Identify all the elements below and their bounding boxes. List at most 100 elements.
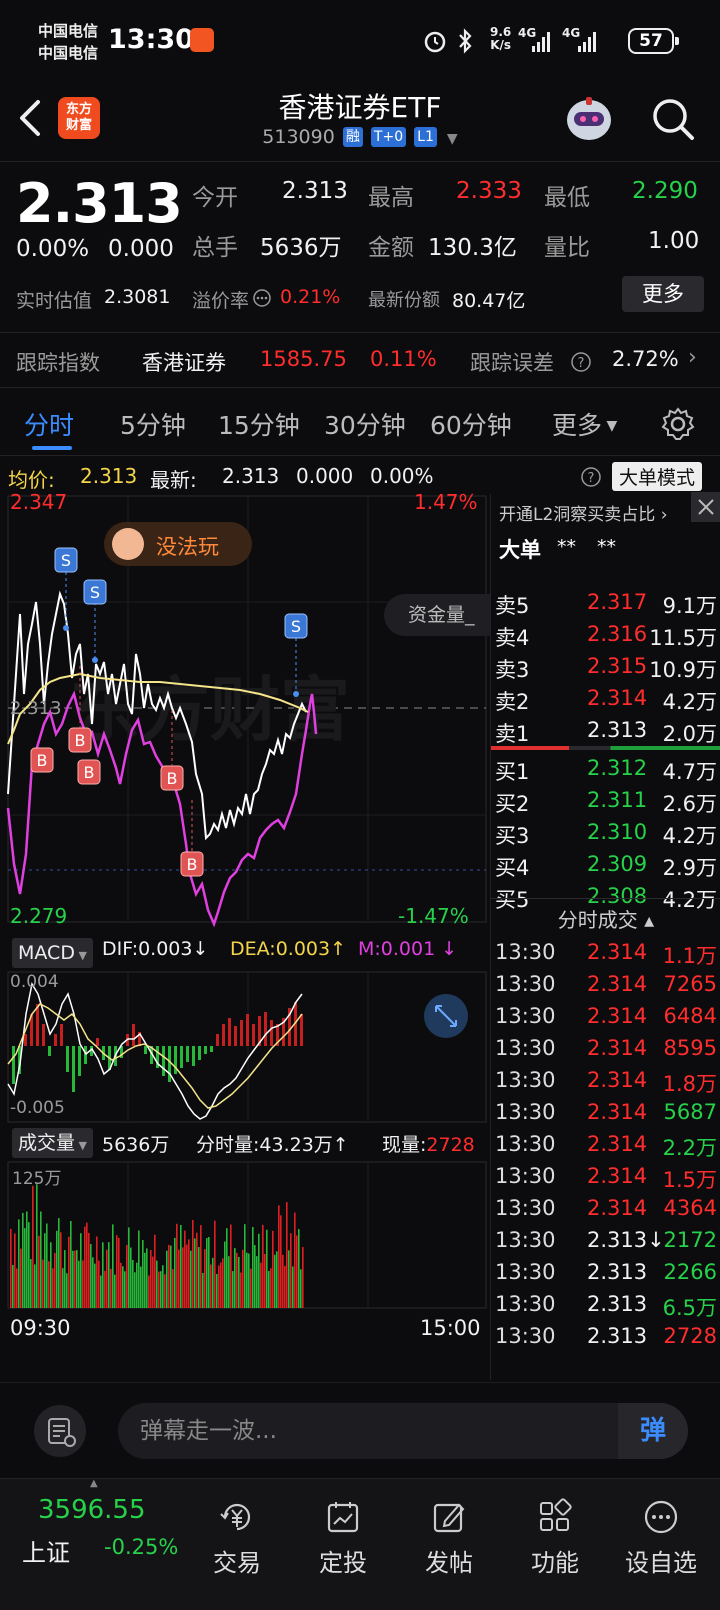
bottom-navigation: ▲ 3596.55 上证 -0.25% 交易 定投 发帖 功能 设自选 — [0, 1478, 720, 1610]
signal-bars-1 — [532, 30, 550, 52]
volume-total: 5636万 — [102, 1134, 170, 1156]
grid-apps-icon — [540, 1498, 572, 1531]
tab-5min[interactable]: 5分钟 — [120, 406, 186, 442]
more-quote-button[interactable]: 更多 — [622, 276, 704, 312]
bid-volume: 4.7万 — [662, 760, 717, 784]
trade-row: 13:30 2.313↓ 2172 — [495, 1228, 717, 1258]
volume-axis-max: 125万 — [12, 1169, 62, 1189]
trade-volume: 2266 — [663, 1260, 717, 1284]
chevron-right-icon[interactable]: › — [688, 345, 697, 370]
svg-text:?: ? — [588, 471, 595, 486]
bid-row[interactable]: 买2 2.311 2.6万 — [495, 788, 717, 818]
sse-index-pct[interactable]: -0.25% — [104, 1535, 178, 1559]
order-ratio-bar — [491, 746, 720, 750]
shares-value: 80.47亿 — [452, 290, 526, 312]
macd-axis-top: 0.004 — [10, 972, 59, 992]
calendar-chart-icon — [327, 1502, 359, 1533]
active-tab-indicator — [32, 446, 72, 450]
trade-row: 13:30 2.314 8595 — [495, 1036, 717, 1066]
search-icon[interactable] — [648, 94, 698, 144]
bid-row[interactable]: 买1 2.312 4.7万 — [495, 756, 717, 786]
trade-price: 2.313 — [587, 1292, 648, 1316]
trade-volume: 5687 — [663, 1100, 717, 1124]
ask-row[interactable]: 卖5 2.317 9.1万 — [495, 590, 717, 620]
volume-bars — [10, 1184, 304, 1308]
open-label: 今开 — [192, 185, 238, 211]
ask-volume: 4.2万 — [662, 690, 717, 714]
ask-row[interactable]: 卖2 2.314 4.2万 — [495, 686, 717, 716]
big-order-label: 大单 — [499, 538, 541, 562]
volume-label: 总手 — [192, 235, 238, 261]
nav-trade[interactable]: 交易 — [192, 1497, 282, 1578]
sell-marker-2: S — [90, 583, 100, 602]
trade-time: 13:30 — [495, 1004, 556, 1028]
nav-post[interactable]: 发帖 — [404, 1497, 494, 1578]
trades-title[interactable]: 分时成交 ▴ — [491, 904, 720, 933]
tab-more[interactable]: 更多 ▼ — [552, 406, 617, 442]
sentiment-bubble[interactable]: 没法玩 — [104, 522, 252, 566]
iopv-label: 实时估值 — [16, 290, 93, 312]
tab-60min[interactable]: 60分钟 — [430, 406, 512, 442]
latest-change: 0.000 — [296, 464, 354, 488]
tab-30min[interactable]: 30分钟 — [324, 406, 406, 442]
trade-row: 13:30 2.314 7265 — [495, 972, 717, 1002]
trade-row: 13:30 2.314 6484 — [495, 1004, 717, 1034]
iopv-value: 2.3081 — [104, 286, 171, 308]
premium-info-icon[interactable] — [252, 288, 272, 308]
sse-index-name[interactable]: 上证 — [22, 1533, 70, 1568]
status-bar: 中国电信 中国电信 13:30 9.6 K/s 4G 4G 57 — [0, 0, 720, 84]
macd-selector[interactable]: MACD ▼ — [12, 938, 93, 968]
bid-row[interactable]: 买3 2.310 4.2万 — [495, 820, 717, 850]
ask-price: 2.314 — [587, 686, 648, 710]
sse-index-value[interactable]: 3596.55 — [38, 1495, 146, 1525]
trade-row: 13:30 2.314 2.2万 — [495, 1132, 717, 1162]
tracking-error-help-icon[interactable]: ? — [570, 351, 592, 373]
macd-dif: DIF:0.003↓ — [102, 938, 209, 960]
help-icon[interactable]: ? — [580, 466, 602, 488]
nav-add-watchlist[interactable]: 设自选 — [616, 1497, 706, 1578]
expand-caret-icon[interactable]: ▲ — [90, 1478, 98, 1489]
ask-price: 2.313 — [587, 718, 648, 742]
emoji-face-icon — [112, 528, 144, 560]
fund-flow-tab[interactable]: 资金量_ — [384, 594, 490, 636]
network-speed: 9.6 K/s — [490, 25, 512, 52]
dropdown-caret-icon[interactable]: ▼ — [447, 131, 458, 147]
intraday-chart[interactable]: 东方财富 S S S B B B B B 2.347 1.47% 2.279 -… — [0, 490, 490, 1380]
trade-price: 2.314 — [587, 1068, 648, 1092]
ask-price: 2.315 — [587, 654, 648, 678]
l2-promo-link[interactable]: 开通L2洞察买卖占比 › — [499, 500, 668, 525]
buy-marker-1: B — [37, 751, 48, 770]
close-icon[interactable] — [691, 492, 720, 522]
ask-row[interactable]: 卖3 2.315 10.9万 — [495, 654, 717, 684]
settings-gear-icon[interactable] — [660, 406, 696, 442]
carrier-1: 中国电信 — [38, 22, 99, 40]
volume-selector[interactable]: 成交量 ▼ — [12, 1128, 93, 1158]
tab-intraday[interactable]: 分时 — [24, 406, 74, 442]
nav-fixed-invest[interactable]: 定投 — [298, 1497, 388, 1578]
time-axis-end: 15:00 — [420, 1316, 481, 1340]
nav-functions[interactable]: 功能 — [510, 1497, 600, 1578]
comment-list-icon[interactable] — [34, 1405, 86, 1457]
ask-price: 2.316 — [587, 622, 648, 646]
ask-row[interactable]: 卖4 2.316 11.5万 — [495, 622, 717, 652]
trade-row: 13:30 2.314 4364 — [495, 1196, 717, 1226]
trade-volume: 1.8万 — [662, 1072, 717, 1096]
trade-time: 13:30 — [495, 940, 556, 964]
robot-assistant-icon[interactable] — [562, 94, 616, 144]
danmu-input[interactable]: 弹幕走一波... — [118, 1403, 688, 1459]
alarm-icon — [424, 31, 446, 53]
volume-minute: 分时量:43.23万↑ — [196, 1134, 349, 1156]
ask-level-label: 卖3 — [495, 658, 530, 682]
bid-row[interactable]: 买4 2.309 2.9万 — [495, 852, 717, 882]
trade-volume: 2172 — [663, 1228, 717, 1252]
trade-time: 13:30 — [495, 1324, 556, 1348]
danmu-send-button[interactable]: 弹 — [618, 1403, 688, 1459]
big-order-mode-button[interactable]: 大单模式 — [612, 462, 703, 491]
macd-histogram — [12, 1002, 303, 1092]
tracking-index-row[interactable]: 跟踪指数 香港证券 1585.75 0.11% 跟踪误差 ? 2.72% › — [0, 332, 720, 388]
low-value: 2.290 — [632, 178, 698, 204]
tab-15min[interactable]: 15分钟 — [218, 406, 300, 442]
tracking-index-name: 香港证券 — [142, 351, 226, 375]
ask-row[interactable]: 卖1 2.313 2.0万 — [495, 718, 717, 748]
premium-value: 0.21% — [280, 286, 341, 308]
